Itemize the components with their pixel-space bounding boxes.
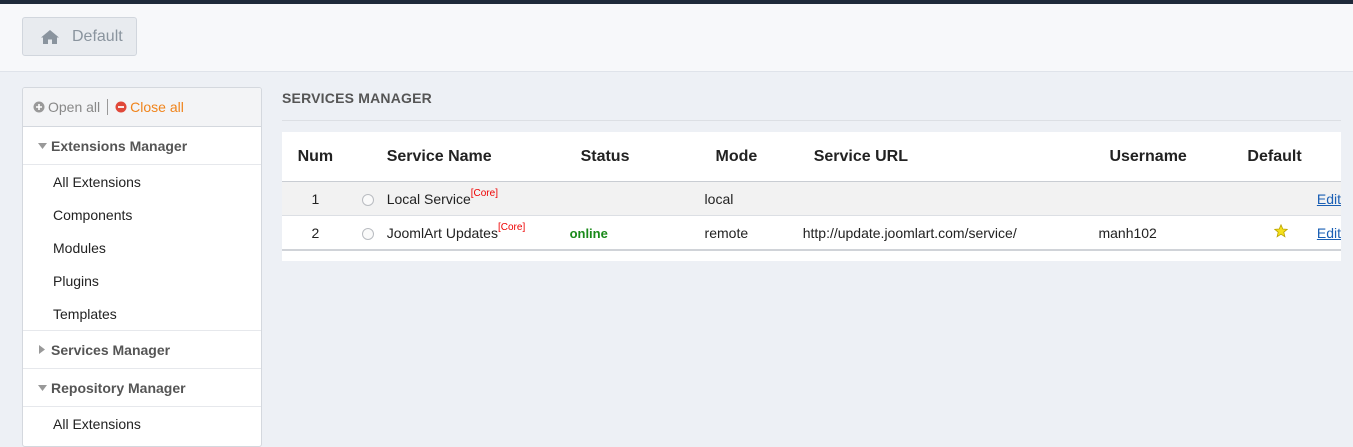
sidebar-item-modules[interactable]: Modules <box>23 231 261 264</box>
close-all-label: Close all <box>130 99 184 115</box>
open-all-label: Open all <box>48 99 101 115</box>
table-header-row: Num Service Name Status Mode Service URL… <box>282 132 1341 182</box>
sidebar-group-label: Repository Manager <box>51 379 186 396</box>
row-select-radio[interactable] <box>361 193 374 206</box>
default-cell <box>1237 181 1317 216</box>
core-badge: [Core] <box>470 187 498 199</box>
row-select-cell <box>348 215 387 251</box>
sidebar-item-label: Components <box>53 206 133 223</box>
sidebar-item-label: All Extensions <box>53 173 141 190</box>
sidebar-item-all-extensions[interactable]: All Extensions <box>23 165 261 198</box>
sidebar-group-label: Extensions Manager <box>51 137 188 154</box>
column-header-status: Status <box>569 132 705 182</box>
page-title: SERVICES MANAGER <box>282 90 432 106</box>
service-name: JoomlArt Updates <box>386 224 498 241</box>
action-cell: Edit <box>1316 181 1341 216</box>
status-online-badge: online <box>569 225 608 241</box>
service-status <box>569 181 705 216</box>
sidebar-item-plugins[interactable]: Plugins <box>23 264 261 297</box>
column-header-select <box>348 132 387 182</box>
services-table-container: Num Service Name Status Mode Service URL… <box>282 132 1341 261</box>
table-row: 2 JoomlArt Updates[Core] online remote h… <box>282 215 1341 251</box>
sidebar: Open all Close all Extensions Manager Al… <box>22 87 262 447</box>
column-header-username: Username <box>1098 132 1238 182</box>
open-all-button[interactable]: Open all <box>33 99 100 115</box>
sidebar-item-label: All Extensions <box>53 415 141 432</box>
edit-link[interactable]: Edit <box>1317 225 1341 241</box>
triangle-right-icon <box>37 345 47 354</box>
column-header-num: Num <box>282 132 349 182</box>
sidebar-group-extensions-manager[interactable]: Extensions Manager <box>23 127 261 165</box>
service-username: manh102 <box>1098 215 1238 251</box>
sidebar-item-label: Plugins <box>53 272 99 289</box>
edit-link[interactable]: Edit <box>1317 191 1341 207</box>
sidebar-item-components[interactable]: Components <box>23 198 261 231</box>
table-row: 1 Local Service[Core] local Edit <box>282 181 1341 216</box>
service-url <box>802 181 1099 216</box>
service-mode: remote <box>704 215 803 251</box>
toolbar-divider <box>107 99 109 115</box>
sidebar-item-repo-all-extensions[interactable]: All Extensions <box>23 407 261 440</box>
service-username <box>1098 181 1238 216</box>
sidebar-item-label: Templates <box>53 305 117 322</box>
service-mode: local <box>704 181 803 216</box>
minus-circle-icon <box>115 101 127 113</box>
close-all-button[interactable]: Close all <box>115 99 184 115</box>
triangle-down-icon <box>37 142 47 149</box>
default-cell <box>1237 215 1317 251</box>
column-header-service-name: Service Name <box>386 132 570 182</box>
sidebar-item-label: Modules <box>53 239 106 256</box>
service-name: Local Service <box>386 190 471 207</box>
title-divider <box>282 120 1341 121</box>
row-select-radio[interactable] <box>361 227 374 240</box>
service-url: http://update.joomlart.com/service/ <box>802 215 1099 251</box>
sidebar-group-label: Services Manager <box>51 341 171 358</box>
triangle-down-icon <box>37 384 47 391</box>
sidebar-toolbar: Open all Close all <box>23 88 261 127</box>
home-button[interactable]: Default <box>22 17 137 56</box>
row-num: 2 <box>282 215 349 251</box>
row-num: 1 <box>282 181 349 216</box>
column-header-service-url: Service URL <box>802 132 1099 182</box>
column-header-default: Default <box>1237 132 1317 182</box>
service-name-cell: Local Service[Core] <box>386 181 570 216</box>
services-table: Num Service Name Status Mode Service URL… <box>282 132 1341 251</box>
plus-circle-icon <box>33 101 45 113</box>
core-badge: [Core] <box>497 221 526 233</box>
action-cell: Edit <box>1316 215 1341 251</box>
default-star-icon[interactable] <box>1273 223 1289 241</box>
column-header-mode: Mode <box>704 132 803 182</box>
header-bar: Default <box>0 4 1353 72</box>
sidebar-item-templates[interactable]: Templates <box>23 297 261 331</box>
sidebar-group-repository-manager[interactable]: Repository Manager <box>23 369 261 407</box>
home-button-label: Default <box>72 27 123 45</box>
service-name-cell: JoomlArt Updates[Core] <box>386 215 570 251</box>
row-select-cell <box>348 181 387 216</box>
sidebar-group-services-manager[interactable]: Services Manager <box>23 331 261 369</box>
service-status-cell: online <box>569 215 705 251</box>
home-icon <box>40 29 60 45</box>
column-header-action <box>1316 132 1341 182</box>
